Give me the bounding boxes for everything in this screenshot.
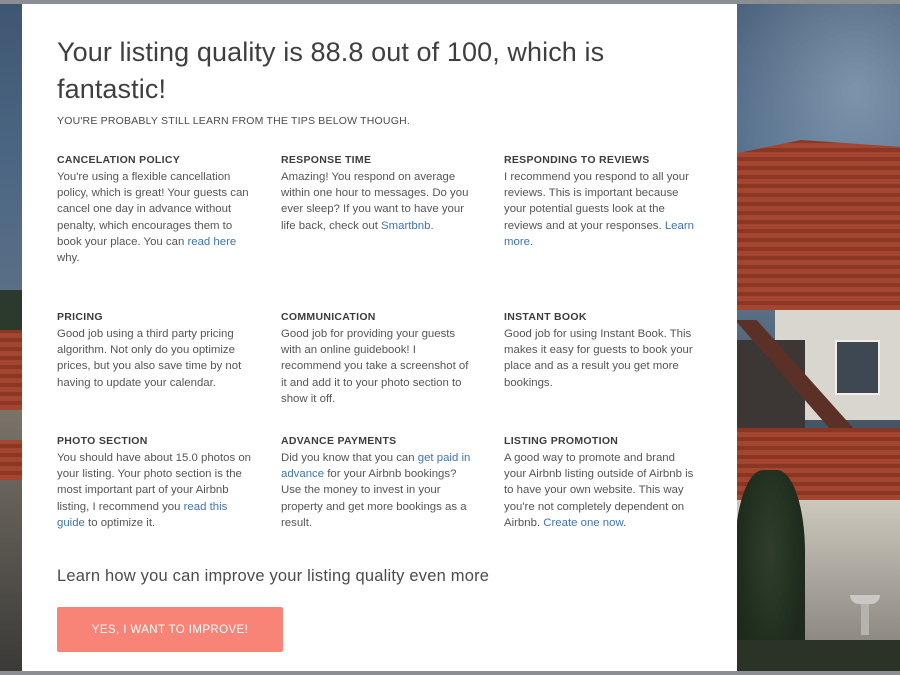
improve-button[interactable]: YES, I WANT TO IMPROVE! [57,607,283,652]
tip-responding-to-reviews: RESPONDING TO REVIEWS I recommend you re… [504,154,699,250]
tip-communication: COMMUNICATION Good job for providing you… [281,311,476,407]
house-left [0,290,22,675]
create-one-now-link[interactable]: Create one now [543,517,623,529]
tip-title: LISTING PROMOTION [504,435,619,447]
tip-cancelation-policy: CANCELATION POLICY You're using a flexib… [57,154,252,266]
tip-text-after: . [529,235,534,248]
tip-text-after: to optimize it. [84,516,156,529]
tip-body: You should have about 15.0 photos on you… [57,450,252,531]
tip-text-after: why. [57,252,80,265]
tip-advance-payments: ADVANCE PAYMENTS Did you know that you c… [281,435,476,531]
tip-text-after: . [430,219,434,232]
tip-text: Did you know that you can [281,452,418,464]
tip-text-after: . [623,516,627,529]
tip-instant-book: INSTANT BOOK Good job for using Instant … [504,311,699,391]
house-right [735,140,900,675]
tip-text: I recommend you respond to all your revi… [504,171,689,232]
tip-title: INSTANT BOOK [504,311,587,323]
learn-more-heading: Learn how you can improve your listing q… [57,567,490,585]
tip-body: Good job for providing your guests with … [281,328,469,405]
bottom-edge [0,671,900,675]
read-here-link[interactable]: read here [187,236,236,248]
tip-title: CANCELATION POLICY [57,154,181,166]
tip-title: ADVANCE PAYMENTS [281,435,397,447]
listing-quality-card: Your listing quality is 88.8 out of 100,… [22,4,737,671]
birdbath-bowl [850,595,880,604]
smartbnb-link[interactable]: Smartbnb [381,220,430,232]
house-window [835,340,880,395]
tip-pricing: PRICING Good job using a third party pri… [57,311,252,391]
tip-title: COMMUNICATION [281,311,376,323]
roof-left-lower [0,440,22,480]
hedge [735,640,900,675]
birdbath-stem [861,604,869,635]
tip-title: PHOTO SECTION [57,435,148,447]
tip-title: RESPONDING TO REVIEWS [504,154,650,166]
tip-body: Good job using a third party pricing alg… [57,328,242,389]
tip-body: A good way to promote and brand your Air… [504,450,699,531]
tip-body: Good job for using Instant Book. This ma… [504,328,693,389]
birdbath [850,595,880,635]
tip-response-time: RESPONSE TIME Amazing! You respond on av… [281,154,476,234]
page-title: Your listing quality is 88.8 out of 100,… [57,37,605,104]
tip-listing-promotion: LISTING PROMOTION A good way to promote … [504,435,699,531]
tip-photo-section: PHOTO SECTION You should have about 15.0… [57,435,252,531]
tip-title: RESPONSE TIME [281,154,372,166]
tip-text: Amazing! You respond on average within o… [281,171,469,232]
tip-body: I recommend you respond to all your revi… [504,169,699,250]
tip-body: You're using a flexible cancellation pol… [57,169,252,266]
roof-upper [735,140,900,310]
tip-body: Amazing! You respond on average within o… [281,169,476,234]
tip-title: PRICING [57,311,103,323]
roof-left [0,330,22,410]
tip-body: Did you know that you can get paid in ad… [281,450,476,531]
page-subtitle: YOU'RE PROBABLY STILL LEARN FROM THE TIP… [57,115,410,127]
